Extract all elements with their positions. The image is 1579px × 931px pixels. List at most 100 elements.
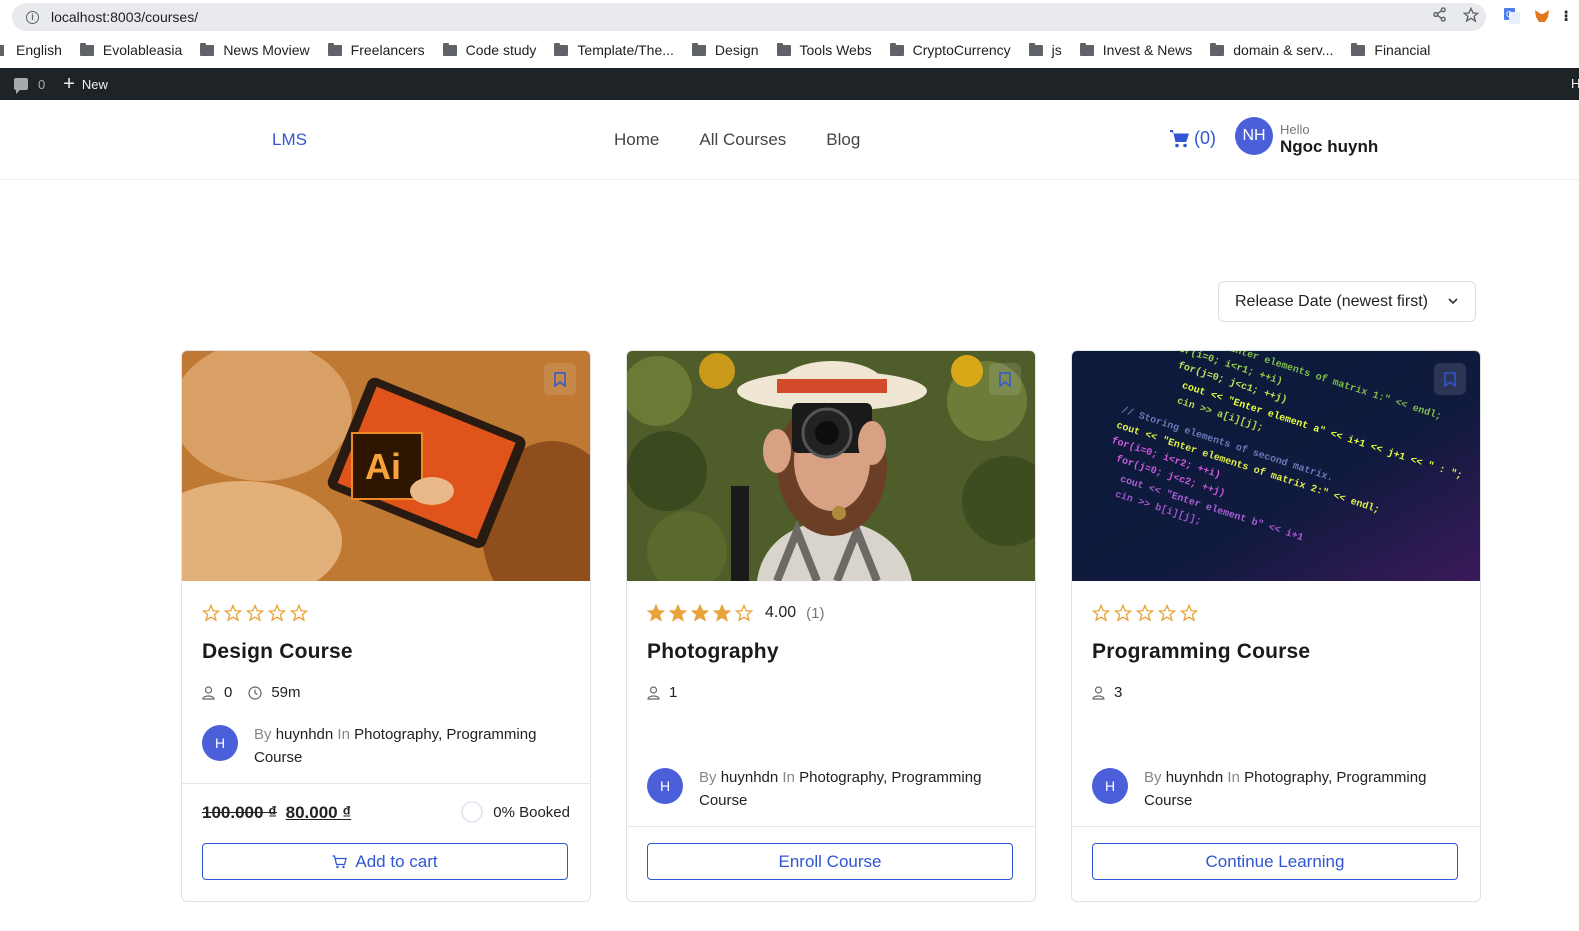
course-title[interactable]: Programming Course — [1092, 640, 1310, 664]
bookmark-item[interactable]: Code study — [442, 42, 537, 58]
bookmark-item[interactable]: js — [1028, 42, 1062, 58]
comment-icon — [14, 78, 28, 94]
bookmark-item[interactable]: Template/The... — [554, 42, 674, 58]
folder-icon — [691, 42, 706, 56]
clock-icon — [248, 685, 262, 700]
folder-icon — [79, 42, 94, 56]
category-link[interactable]: Photography — [799, 769, 883, 786]
cart-icon — [1170, 129, 1189, 147]
enroll-course-button[interactable]: Enroll Course — [647, 843, 1013, 880]
address-bar[interactable]: i localhost:8003/courses/ — [12, 3, 1486, 31]
extension-icon[interactable]: ⁝ — [1563, 7, 1569, 29]
folder-icon — [442, 42, 457, 56]
course-thumbnail[interactable] — [627, 351, 1035, 581]
duration: 59m — [271, 684, 301, 701]
url-text: localhost:8003/courses/ — [51, 9, 199, 25]
folder-icon — [1028, 42, 1043, 56]
bookmark-item[interactable]: Design — [691, 42, 759, 58]
star-empty-icon — [1136, 604, 1154, 622]
author-avatar[interactable]: H — [1092, 768, 1128, 804]
course-title[interactable]: Photography — [647, 640, 779, 664]
nav-blog[interactable]: Blog — [826, 130, 860, 150]
comments-count: 0 — [38, 76, 46, 92]
star-filled-icon — [647, 604, 665, 622]
author-avatar[interactable]: H — [647, 768, 683, 804]
course-title[interactable]: Design Course — [202, 640, 353, 664]
author-name[interactable]: huynhdn — [1166, 769, 1224, 786]
rating-stars — [202, 604, 308, 622]
course-meta: 3 — [1092, 684, 1122, 701]
browser-toolbar: i localhost:8003/courses/ G ⁝ — [0, 0, 1579, 34]
wishlist-bookmark-icon[interactable] — [989, 363, 1021, 395]
bookmark-label: CryptoCurrency — [912, 42, 1011, 58]
nav-home[interactable]: Home — [614, 130, 659, 150]
star-bookmark-icon[interactable] — [1462, 6, 1480, 28]
svg-text:G: G — [1506, 10, 1512, 19]
site-info-icon[interactable]: i — [26, 10, 39, 24]
course-thumbnail[interactable]: cout << "Enter elements of matrix 1:" <<… — [1072, 351, 1480, 581]
metamask-extension-icon[interactable] — [1533, 7, 1551, 29]
bookmark-item[interactable]: CryptoCurrency — [889, 42, 1011, 58]
sort-select[interactable]: Release Date (newest first) — [1218, 281, 1476, 322]
sort-selected-value: Release Date (newest first) — [1235, 292, 1428, 310]
card-footer-divider — [1072, 826, 1480, 827]
bookmark-item[interactable]: Evolableasia — [79, 42, 182, 58]
user-icon — [202, 685, 215, 700]
course-meta: 0 59m — [202, 684, 301, 701]
rating-stars — [1092, 604, 1198, 622]
button-label: Enroll Course — [778, 851, 882, 871]
share-icon[interactable] — [1432, 7, 1447, 28]
admin-new-button[interactable]: + New — [63, 74, 108, 94]
star-empty-icon — [1180, 604, 1198, 622]
students-count: 0 — [224, 684, 233, 701]
wishlist-bookmark-icon[interactable] — [1434, 363, 1466, 395]
wishlist-bookmark-icon[interactable] — [544, 363, 576, 395]
admin-comments[interactable]: 0 — [14, 76, 46, 94]
nav-all-courses[interactable]: All Courses — [699, 130, 786, 150]
rating-value: 4.00 — [765, 604, 797, 621]
sale-price: 80.000 ₫ — [285, 803, 352, 822]
user-avatar[interactable]: NH — [1235, 117, 1273, 155]
user-name[interactable]: Ngoc huynh — [1280, 137, 1378, 157]
category-link[interactable]: Photography — [1244, 769, 1328, 786]
course-thumbnail[interactable]: Ai — [182, 351, 590, 581]
students-count: 3 — [1114, 684, 1123, 701]
bookmark-item[interactable]: Tools Webs — [776, 42, 872, 58]
author-name[interactable]: huynhdn — [721, 769, 779, 786]
cart-button[interactable]: (0) — [1170, 128, 1216, 149]
bookmark-item[interactable]: Financial — [1351, 42, 1430, 58]
site-header: LMS Home All Courses Blog (0) NH Hello N… — [0, 100, 1579, 180]
bookmark-item[interactable]: News Moview — [200, 42, 310, 58]
bookmark-label: Code study — [465, 42, 537, 58]
bookmark-item[interactable]: Freelancers — [327, 42, 425, 58]
bookmark-label: Freelancers — [350, 42, 425, 58]
button-label: Add to cart — [355, 851, 438, 871]
admin-bar-edge-text[interactable]: H — [1571, 76, 1579, 91]
continue-learning-button[interactable]: Continue Learning — [1092, 843, 1458, 880]
card-footer-divider — [627, 826, 1035, 827]
author-name[interactable]: huynhdn — [276, 726, 334, 743]
rating-count: (1) — [806, 604, 825, 622]
star-empty-icon — [1114, 604, 1132, 622]
bookmark-label: English — [16, 42, 62, 58]
category-link[interactable]: Photography — [354, 726, 438, 743]
bookmark-item[interactable]: domain & serv... — [1210, 42, 1333, 58]
svg-text:Ai: Ai — [365, 446, 401, 487]
admin-bar: 0 + New H — [0, 68, 1579, 100]
translate-extension-icon[interactable]: G — [1503, 7, 1521, 29]
course-card-programming: cout << "Enter elements of matrix 1:" <<… — [1071, 350, 1481, 902]
bookmark-item[interactable]: English — [0, 42, 62, 58]
main-nav: Home All Courses Blog — [614, 130, 860, 150]
button-label: Continue Learning — [1205, 851, 1345, 871]
star-empty-icon — [290, 604, 308, 622]
star-filled-icon — [669, 604, 687, 622]
chevron-down-icon — [1447, 294, 1459, 312]
bookmark-label: Template/The... — [577, 42, 674, 58]
in-label: In — [782, 769, 795, 786]
bookmark-item[interactable]: Invest & News — [1079, 42, 1192, 58]
star-empty-icon — [735, 604, 753, 622]
star-filled-icon — [691, 604, 709, 622]
add-to-cart-button[interactable]: Add to cart — [202, 843, 568, 880]
author-avatar[interactable]: H — [202, 725, 238, 761]
site-logo[interactable]: LMS — [272, 130, 307, 150]
